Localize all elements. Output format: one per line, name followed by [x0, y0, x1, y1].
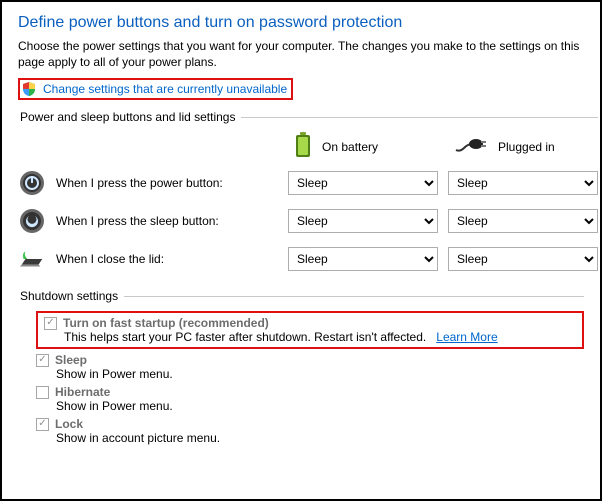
- plugged-in-column-header: Plugged in: [448, 136, 598, 157]
- power-button-label: When I press the power button:: [56, 176, 223, 190]
- on-battery-label: On battery: [322, 140, 378, 154]
- plugged-in-label: Plugged in: [498, 140, 555, 154]
- hibernate-label: Hibernate: [55, 385, 110, 399]
- sleep-desc: Show in Power menu.: [36, 367, 584, 381]
- close-lid-plugged-select[interactable]: Sleep: [448, 247, 598, 271]
- laptop-lid-icon: [18, 245, 46, 273]
- hibernate-desc: Show in Power menu.: [36, 399, 584, 413]
- plug-icon: [454, 136, 488, 157]
- power-button-plugged-select[interactable]: Sleep: [448, 171, 598, 195]
- fast-startup-learn-more-link[interactable]: Learn More: [436, 330, 497, 344]
- lock-label: Lock: [55, 417, 83, 431]
- lock-desc: Show in account picture menu.: [36, 431, 584, 445]
- buttons-and-lid-legend: Power and sleep buttons and lid settings: [18, 110, 241, 124]
- shutdown-settings-group: Shutdown settings Turn on fast startup (…: [18, 289, 584, 449]
- power-button-battery-select[interactable]: Sleep: [288, 171, 438, 195]
- sleep-button-icon: [18, 207, 46, 235]
- page-title: Define power buttons and turn on passwor…: [18, 14, 584, 32]
- change-settings-link[interactable]: Change settings that are currently unava…: [43, 82, 287, 96]
- shutdown-settings-legend: Shutdown settings: [18, 289, 124, 303]
- sleep-button-battery-select[interactable]: Sleep: [288, 209, 438, 233]
- power-options-panel: Define power buttons and turn on passwor…: [0, 0, 602, 501]
- close-lid-battery-select[interactable]: Sleep: [288, 247, 438, 271]
- page-subtitle: Choose the power settings that you want …: [18, 38, 584, 70]
- fast-startup-highlight: Turn on fast startup (recommended) This …: [36, 311, 584, 349]
- hibernate-checkbox[interactable]: [36, 386, 49, 399]
- power-button-row: When I press the power button: Sleep Sle…: [18, 169, 598, 197]
- close-lid-row: When I close the lid: Sleep Sleep: [18, 245, 598, 273]
- sleep-button-plugged-select[interactable]: Sleep: [448, 209, 598, 233]
- sleep-button-label: When I press the sleep button:: [56, 214, 219, 228]
- lock-checkbox[interactable]: [36, 418, 49, 431]
- change-settings-link-highlight: Change settings that are currently unava…: [18, 78, 293, 100]
- sleep-checkbox[interactable]: [36, 354, 49, 367]
- sleep-label: Sleep: [55, 353, 87, 367]
- uac-shield-icon: [21, 81, 37, 97]
- power-button-icon: [18, 169, 46, 197]
- fast-startup-checkbox[interactable]: [44, 317, 57, 330]
- battery-icon: [294, 132, 312, 161]
- fast-startup-label: Turn on fast startup (recommended): [63, 316, 269, 330]
- sleep-button-row: When I press the sleep button: Sleep Sle…: [18, 207, 598, 235]
- close-lid-label: When I close the lid:: [56, 252, 164, 266]
- fast-startup-desc: This helps start your PC faster after sh…: [64, 330, 426, 344]
- buttons-and-lid-group: Power and sleep buttons and lid settings…: [18, 110, 598, 283]
- on-battery-column-header: On battery: [288, 132, 438, 161]
